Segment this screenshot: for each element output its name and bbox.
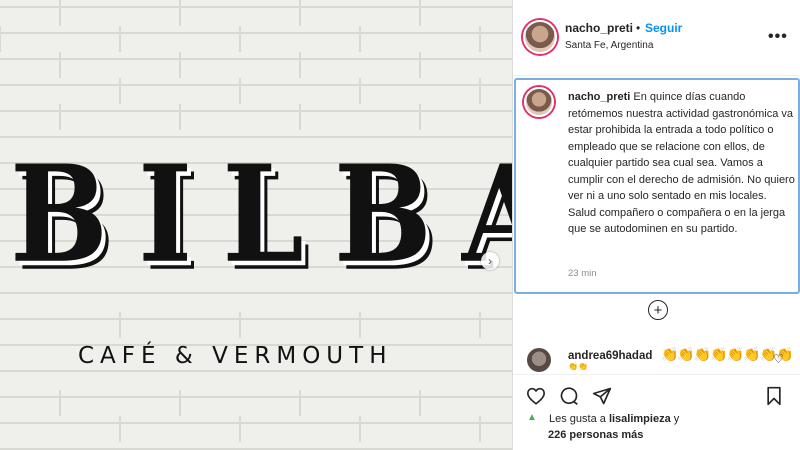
comment-username[interactable]: andrea69hadad — [568, 350, 652, 362]
caption-text: nacho_preti En quince días cuando retóme… — [568, 89, 796, 238]
comment-item: andrea69hadad 👏👏👏👏👏👏👏👏 👏👏 ♡ — [513, 346, 800, 372]
comment-like-heart-icon[interactable]: ♡ — [773, 352, 784, 366]
carousel-next-button[interactable]: › — [481, 252, 499, 270]
location-link[interactable]: Santa Fe, Argentina — [565, 40, 653, 51]
post-header: nacho_preti • Seguir Santa Fe, Argentina… — [513, 0, 800, 76]
likes-user-link[interactable]: lisalimpieza — [609, 413, 671, 425]
like-heart-icon[interactable] — [525, 385, 547, 407]
separator-dot: • — [636, 21, 641, 35]
comment-text-line2: 👏👏 — [568, 362, 588, 371]
likes-conj: y — [673, 413, 680, 425]
brand-subtitle: CAFÉ & VERMOUTH — [78, 343, 393, 369]
share-send-icon[interactable] — [591, 385, 613, 407]
caption-body: En quince días cuando retómemos nuestra … — [568, 91, 795, 235]
caption-avatar[interactable] — [524, 87, 554, 117]
caption-timestamp[interactable]: 23 min — [568, 268, 597, 279]
likes-line: Les gusta a lisalimpieza y — [549, 413, 679, 425]
post-image: BILBAO CAFÉ & VERMOUTH › — [0, 0, 512, 450]
caption-username[interactable]: nacho_preti — [568, 91, 630, 103]
post-side-panel: nacho_preti • Seguir Santa Fe, Argentina… — [512, 0, 800, 450]
header-username[interactable]: nacho_preti — [565, 21, 633, 35]
chevron-right-icon: › — [488, 254, 492, 268]
follow-button[interactable]: Seguir — [645, 21, 682, 35]
avatar[interactable] — [523, 20, 557, 54]
comment-bubble-icon[interactable] — [558, 385, 580, 407]
save-bookmark-icon[interactable] — [763, 385, 785, 407]
plus-circle-icon: + — [653, 301, 663, 319]
post-actions-bar — [513, 374, 800, 418]
brand-logo-text: BILBAO — [10, 136, 512, 293]
more-options-icon[interactable]: ••• — [768, 28, 788, 46]
liker-avatar-icon: ▲ — [527, 412, 537, 423]
commenter-avatar[interactable] — [527, 348, 551, 372]
load-more-comments-button[interactable]: + — [648, 300, 668, 320]
caption-block: nacho_preti En quince días cuando retóme… — [514, 78, 800, 294]
likes-prefix: Les gusta a — [549, 413, 606, 425]
likes-count-link[interactable]: 226 personas más — [548, 429, 643, 441]
